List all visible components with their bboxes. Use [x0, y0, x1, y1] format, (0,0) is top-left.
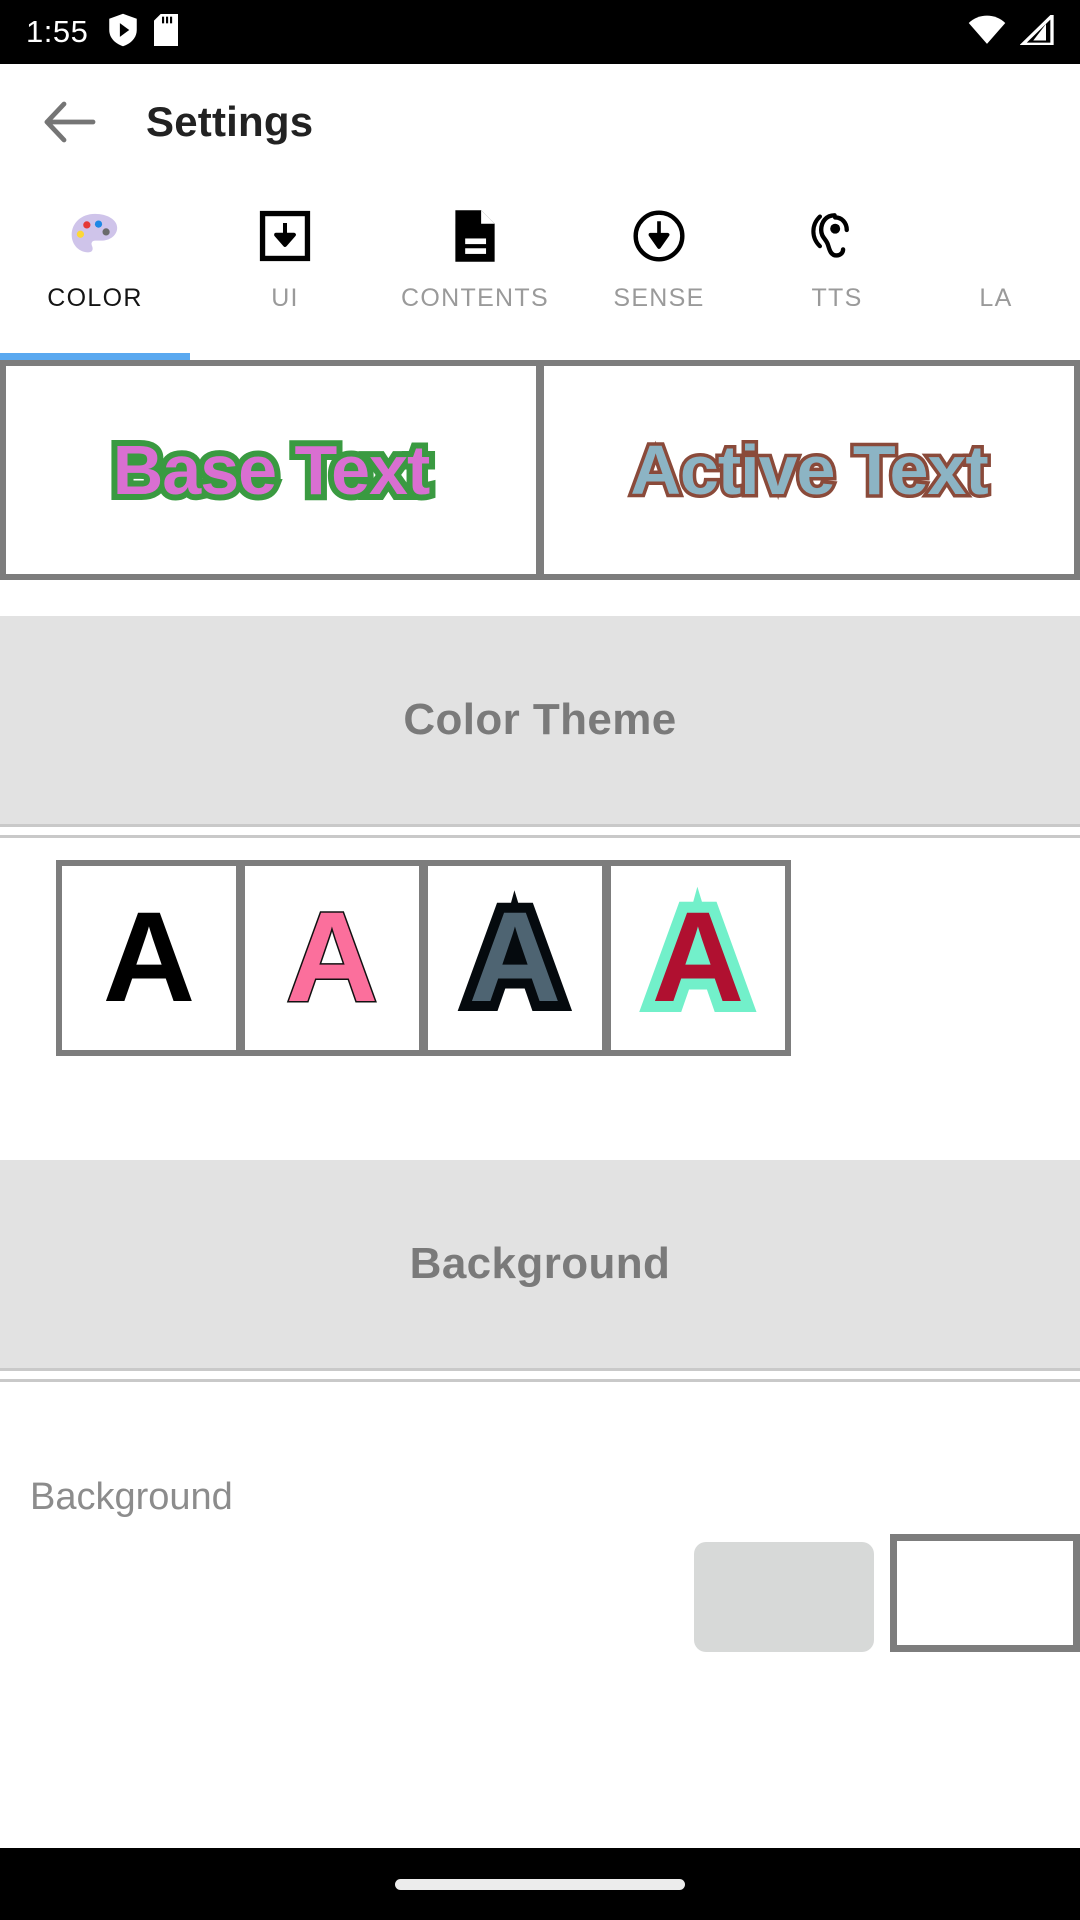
- tab-label-language-partial: LA: [979, 284, 1013, 312]
- theme-swatch-letter-4: A: [641, 883, 756, 1033]
- theme-swatch-4[interactable]: A: [605, 860, 791, 1056]
- tab-active-indicator: [0, 353, 190, 360]
- tab-tts[interactable]: TTS: [748, 180, 926, 313]
- tab-ui[interactable]: UI: [190, 180, 380, 313]
- status-left-icon-group: [108, 13, 179, 52]
- tab-label-tts: TTS: [811, 284, 863, 312]
- base-text-preview[interactable]: Base Text: [6, 366, 536, 574]
- document-icon: [450, 198, 500, 274]
- circle-arrow-down-icon: [632, 198, 686, 274]
- back-arrow-icon: [44, 101, 96, 143]
- background-row-label: Background: [30, 1475, 233, 1518]
- tab-strip: COLOR UI CONTENTS SENSE TTS LA: [0, 180, 1080, 360]
- status-bar: 1:55: [0, 0, 1080, 64]
- play-protect-icon: [108, 13, 138, 52]
- tab-label-color: COLOR: [47, 284, 143, 312]
- system-navigation-bar: [0, 1848, 1080, 1920]
- background-controls: [694, 1534, 1080, 1652]
- tab-sense[interactable]: SENSE: [570, 180, 748, 313]
- home-indicator-pill[interactable]: [395, 1878, 685, 1890]
- preview-divider: [536, 360, 544, 580]
- tab-color[interactable]: COLOR: [0, 180, 190, 313]
- background-color-swatch[interactable]: [890, 1534, 1080, 1652]
- color-theme-swatch-area: A A A A: [0, 838, 1080, 1056]
- active-text-sample: Active Text: [627, 428, 992, 513]
- theme-swatch-letter-1: A: [102, 886, 196, 1029]
- background-header: Background: [0, 1160, 1080, 1368]
- status-time: 1:55: [26, 14, 89, 49]
- status-right-icon-group: [968, 11, 1054, 50]
- sd-card-icon: [154, 13, 179, 51]
- theme-swatch-1[interactable]: A: [56, 860, 242, 1056]
- ear-hearing-icon: [810, 198, 864, 274]
- theme-swatch-3[interactable]: A: [422, 860, 608, 1056]
- app-bar: Settings: [0, 64, 1080, 180]
- text-preview-row: Base Text Active Text: [0, 360, 1080, 580]
- back-button[interactable]: [28, 80, 112, 164]
- tab-label-contents: CONTENTS: [401, 284, 549, 312]
- section-spacer-middle: [0, 1056, 1080, 1160]
- wifi-icon: [968, 15, 1006, 50]
- background-divider: [0, 1368, 1080, 1382]
- page-title: Settings: [146, 98, 314, 145]
- theme-swatch-2[interactable]: A: [239, 860, 425, 1056]
- tab-label-ui: UI: [271, 284, 299, 312]
- tab-language-partial[interactable]: LA: [926, 180, 1066, 313]
- tab-contents[interactable]: CONTENTS: [380, 180, 570, 313]
- tab-bar: COLOR UI CONTENTS SENSE TTS LA: [0, 180, 1080, 360]
- color-theme-header-label: Color Theme: [403, 695, 677, 744]
- tab-label-sense: SENSE: [613, 284, 705, 312]
- download-box-icon: [259, 198, 311, 274]
- cellular-signal-icon: [1018, 11, 1054, 50]
- base-text-sample: Base Text: [107, 425, 437, 515]
- color-theme-divider: [0, 824, 1080, 838]
- color-theme-header: Color Theme: [0, 616, 1080, 824]
- background-list-row[interactable]: Background: [0, 1382, 1080, 1652]
- palette-icon: [67, 198, 123, 274]
- active-text-preview[interactable]: Active Text: [544, 366, 1074, 574]
- section-spacer-top: [0, 580, 1080, 616]
- theme-swatch-letter-2: A: [284, 886, 379, 1029]
- color-theme-swatch-row: A A A A: [0, 860, 1080, 1056]
- background-default-button[interactable]: [694, 1542, 874, 1652]
- background-header-label: Background: [409, 1239, 671, 1288]
- theme-swatch-letter-3: A: [459, 884, 572, 1032]
